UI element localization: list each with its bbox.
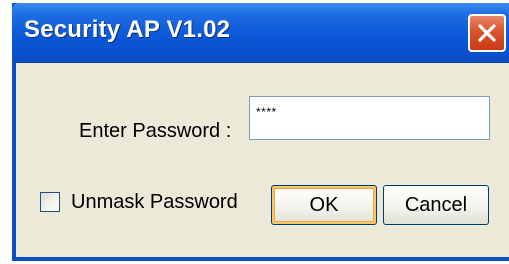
unmask-password-checkbox[interactable] xyxy=(40,192,60,212)
close-icon xyxy=(478,24,496,42)
unmask-password-label[interactable]: Unmask Password xyxy=(71,191,238,214)
dialog-body: Enter Password : **** Unmask Password OK… xyxy=(16,63,509,257)
password-field[interactable] xyxy=(249,96,490,140)
cancel-button[interactable]: Cancel xyxy=(383,185,489,225)
window-title: Security AP V1.02 xyxy=(24,16,231,43)
dialog-window: Security AP V1.02 Enter Password : **** … xyxy=(12,3,509,261)
close-button[interactable] xyxy=(468,14,506,52)
window-bottom-border xyxy=(12,257,509,261)
password-value: **** xyxy=(256,105,277,119)
ok-button[interactable]: OK xyxy=(271,185,377,225)
password-label: Enter Password : xyxy=(79,120,232,142)
title-bar[interactable]: Security AP V1.02 xyxy=(12,3,509,63)
